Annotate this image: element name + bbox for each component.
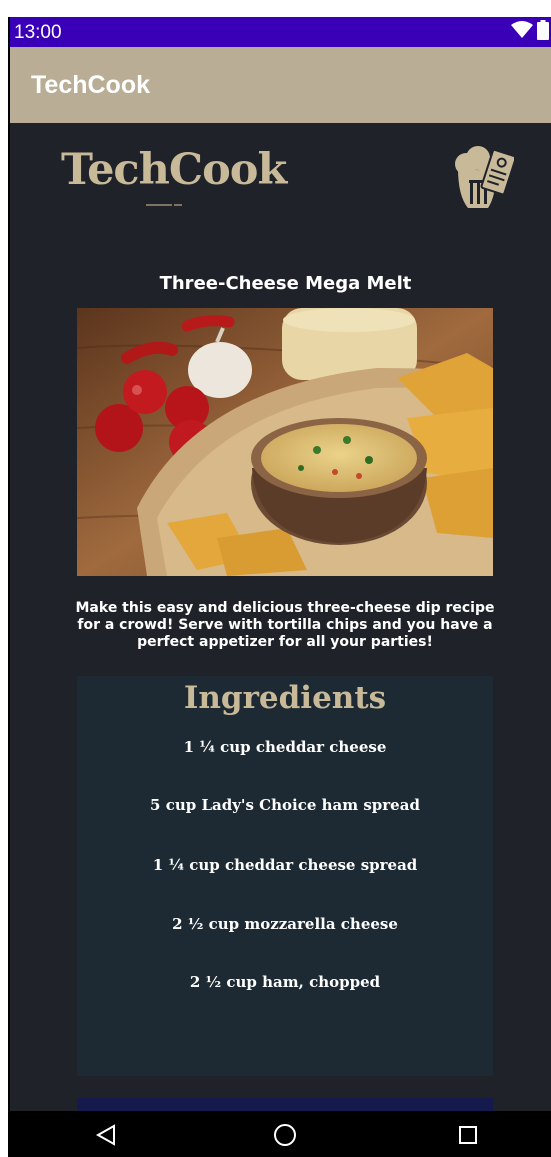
brand-logo: TechCook <box>61 145 287 195</box>
ingredient-item: 1 ¼ cup cheddar cheese <box>183 738 387 756</box>
recipe-title: Three-Cheese Mega Melt <box>159 273 412 294</box>
ingredient-item: 2 ½ cup mozzarella cheese <box>172 915 398 933</box>
ingredient-item: 2 ½ cup ham, chopped <box>189 973 381 991</box>
ingredient-item: 1 ¼ cup cheddar cheese spread <box>152 856 418 874</box>
app-bar: TechCook <box>10 47 551 123</box>
recipe-description: Make this easy and delicious three-chees… <box>75 600 495 650</box>
status-time: 13:00 <box>14 22 62 43</box>
home-icon[interactable] <box>270 1120 300 1150</box>
device-screen: 13:00 TechCook TechCook Three-Cheese Meg… <box>8 17 551 1157</box>
chef-hat-utensils-icon <box>450 146 517 214</box>
cheese-dip-photo <box>77 308 493 576</box>
wifi-icon <box>511 21 533 43</box>
app-bar-title: TechCook <box>31 71 150 99</box>
navigation-bar <box>10 1111 551 1157</box>
status-bar: 13:00 <box>10 17 551 47</box>
recipe-content[interactable]: TechCook Three-Cheese Mega Melt Make thi… <box>10 123 551 1118</box>
recents-icon[interactable] <box>453 1120 483 1150</box>
recipe-photo <box>77 308 493 576</box>
ingredients-title: Ingredients <box>183 680 387 716</box>
status-icons <box>511 20 549 44</box>
brand-tagline-mark <box>146 203 186 206</box>
screen-frame: 13:00 TechCook TechCook Three-Cheese Meg… <box>0 0 551 1157</box>
battery-icon <box>537 20 549 44</box>
back-icon[interactable] <box>91 1120 121 1150</box>
ingredient-item: 5 cup Lady's Choice ham spread <box>150 796 420 814</box>
ingredients-card: Ingredients 1 ¼ cup cheddar cheese 5 cup… <box>77 676 493 1076</box>
